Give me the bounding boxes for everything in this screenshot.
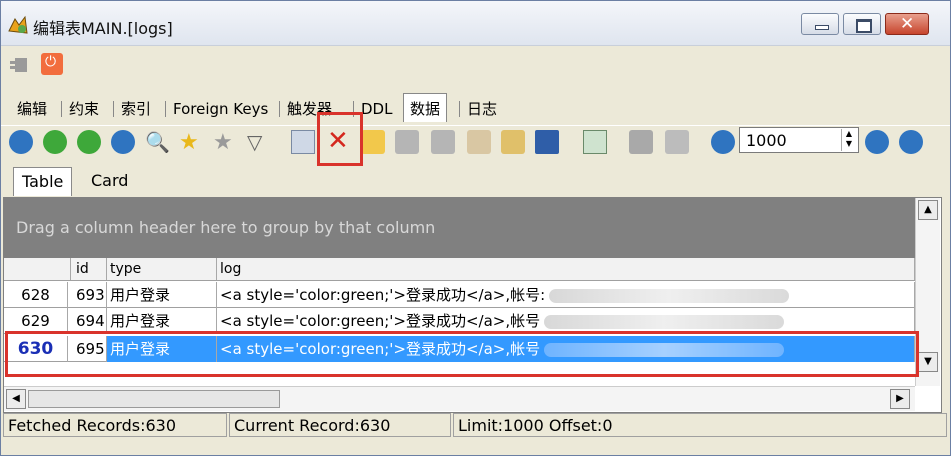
- limit-stepper[interactable]: 1000 ▲ ▼: [739, 127, 859, 153]
- log-text: <a style='color:green;'>登录成功</a>,帐号:: [220, 286, 546, 304]
- log-text: <a style='color:green;'>登录成功</a>,帐号: [220, 312, 541, 330]
- limit-value: 1000: [746, 131, 787, 150]
- status-current: Current Record:630: [229, 413, 451, 437]
- horizontal-scroll-thumb[interactable]: [28, 390, 280, 408]
- cell-log[interactable]: <a style='color:green;'>登录成功</a>,帐号:: [217, 282, 915, 308]
- bookmark-icon[interactable]: ★: [179, 130, 203, 155]
- rownum-header: [4, 258, 71, 280]
- status-limit: Limit:1000 Offset:0: [453, 413, 947, 437]
- maximize-icon: [856, 19, 872, 33]
- copy-icon[interactable]: [291, 130, 315, 154]
- title-bar: 编辑表MAIN.[logs] ✕: [1, 1, 950, 46]
- last-page-icon[interactable]: [899, 130, 923, 154]
- row-highlight: [5, 331, 919, 377]
- data-grid: Drag a column header here to group by th…: [3, 197, 942, 413]
- last-record-icon[interactable]: [111, 130, 135, 154]
- minimize-button[interactable]: [801, 13, 839, 35]
- scroll-right-icon[interactable]: ▶: [890, 389, 910, 409]
- plug-icon[interactable]: [9, 55, 31, 75]
- redacted-blur: [549, 288, 790, 303]
- cell-id[interactable]: 693: [73, 282, 107, 308]
- status-bar: Fetched Records:630 Current Record:630 L…: [1, 411, 950, 437]
- column-header-id[interactable]: id: [73, 258, 107, 280]
- close-icon: ✕: [900, 14, 915, 34]
- save-icon[interactable]: [535, 130, 559, 154]
- editor-window: 编辑表MAIN.[logs] ✕ 编辑 约束 索引 Foreign Keys 触…: [0, 0, 951, 456]
- tab-constraints[interactable]: 约束: [60, 97, 105, 121]
- insert-icon[interactable]: [361, 130, 385, 154]
- scroll-up-icon[interactable]: ▲: [918, 200, 938, 220]
- next-page-icon[interactable]: [865, 130, 889, 154]
- group-hint: Drag a column header here to group by th…: [16, 218, 436, 237]
- prev-page-icon[interactable]: [711, 130, 735, 154]
- import-icon[interactable]: [583, 130, 607, 154]
- print-preview-icon[interactable]: [665, 130, 689, 154]
- column-header-log[interactable]: log: [217, 258, 915, 280]
- scroll-down-icon[interactable]: ▼: [918, 352, 938, 372]
- close-button[interactable]: ✕: [885, 13, 929, 35]
- tab-data[interactable]: 数据: [403, 93, 448, 122]
- tab-foreign-keys[interactable]: Foreign Keys: [164, 97, 274, 121]
- tab-edit[interactable]: 编辑: [11, 97, 53, 121]
- column-header-type[interactable]: type: [107, 258, 217, 280]
- table-row[interactable]: 628 693 用户登录 <a style='color:green;'>登录成…: [4, 282, 915, 308]
- first-record-icon[interactable]: [9, 130, 33, 154]
- app-icon: [8, 15, 28, 34]
- scroll-left-icon[interactable]: ◀: [6, 389, 26, 409]
- group-by-panel[interactable]: Drag a column header here to group by th…: [4, 198, 915, 258]
- post-icon[interactable]: [395, 130, 419, 154]
- next-record-icon[interactable]: [77, 130, 101, 154]
- tab-table[interactable]: Table: [13, 167, 73, 196]
- grid-header: id type log: [4, 258, 915, 281]
- maximize-button[interactable]: [843, 13, 881, 35]
- status-fetched: Fetched Records:630: [3, 413, 227, 437]
- spin-arrows-icon[interactable]: ▲ ▼: [841, 129, 856, 151]
- find-icon[interactable]: 🔍: [145, 130, 170, 154]
- print-icon[interactable]: [629, 130, 653, 154]
- row-number: 628: [4, 282, 68, 308]
- power-icon[interactable]: [41, 53, 63, 75]
- export-icon[interactable]: [501, 130, 525, 154]
- redacted-blur: [544, 314, 785, 329]
- cancel-icon[interactable]: [431, 130, 455, 154]
- minimize-icon: [815, 25, 829, 30]
- window-title: 编辑表MAIN.[logs]: [33, 19, 173, 38]
- tab-log[interactable]: 日志: [458, 97, 503, 121]
- refresh-icon[interactable]: [467, 130, 491, 154]
- cell-type[interactable]: 用户登录: [107, 282, 217, 308]
- filter-icon[interactable]: ▽: [247, 130, 271, 154]
- prior-record-icon[interactable]: [43, 130, 67, 154]
- horizontal-scrollbar[interactable]: ◀ ▶: [4, 386, 915, 411]
- bookmark-gray-icon[interactable]: ★: [213, 130, 237, 155]
- delete-highlight: [317, 112, 363, 166]
- tab-indexes[interactable]: 索引: [112, 97, 157, 121]
- tab-card[interactable]: Card: [83, 167, 136, 195]
